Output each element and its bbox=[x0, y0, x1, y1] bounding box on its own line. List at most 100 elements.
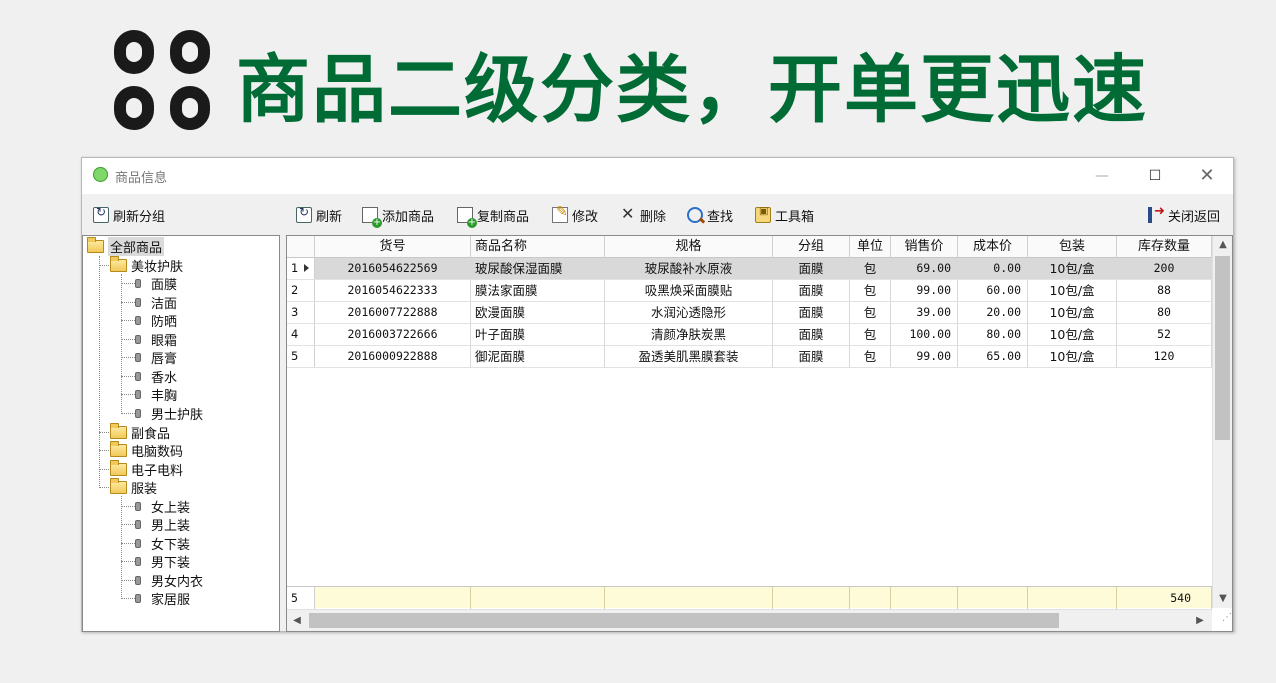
column-header-group[interactable]: 分组 bbox=[773, 236, 850, 258]
cell-cost[interactable]: 60.00 bbox=[958, 280, 1028, 301]
column-header-stock[interactable]: 库存数量 bbox=[1117, 236, 1212, 258]
add-product-button[interactable]: 添加商品 bbox=[362, 205, 434, 228]
tree-leaf[interactable]: 男女内衣 bbox=[135, 571, 203, 590]
scroll-thumb[interactable] bbox=[309, 613, 1059, 628]
table-row[interactable]: 3 2016007722888 欧漫面膜 水润沁透隐形 面膜包 39.00 20.00 10包… bbox=[287, 302, 1212, 324]
cell-spec[interactable]: 吸黑焕采面膜贴 bbox=[605, 280, 773, 301]
horizontal-scrollbar[interactable]: ◀ ▶ bbox=[287, 609, 1212, 631]
row-index[interactable]: 5 bbox=[287, 346, 315, 367]
cell-sku[interactable]: 2016054622333 bbox=[315, 280, 471, 301]
cell-unit[interactable]: 包 bbox=[850, 324, 891, 345]
edit-button[interactable]: 修改 bbox=[552, 204, 598, 225]
cell-price[interactable]: 69.00 bbox=[891, 258, 958, 279]
cell-cost[interactable]: 20.00 bbox=[958, 302, 1028, 323]
tree-group-clothing[interactable]: 服装 bbox=[110, 477, 157, 497]
cell-name[interactable]: 膜法家面膜 bbox=[471, 280, 605, 301]
column-header-unit[interactable]: 单位 bbox=[850, 236, 891, 258]
column-header-cost[interactable]: 成本价 bbox=[958, 236, 1028, 258]
table-row[interactable]: 2 2016054622333 膜法家面膜 吸黑焕采面膜贴 面膜包 99.00 60.00 1… bbox=[287, 280, 1212, 302]
cell-unit[interactable]: 包 bbox=[850, 302, 891, 323]
column-header-spec[interactable]: 规格 bbox=[605, 236, 773, 258]
cell-pack[interactable]: 10包/盒 bbox=[1028, 280, 1117, 301]
cell-price[interactable]: 100.00 bbox=[891, 324, 958, 345]
refresh-button[interactable]: 刷新 bbox=[296, 205, 342, 225]
cell-sku[interactable]: 2016007722888 bbox=[315, 302, 471, 323]
tree-leaf[interactable]: 香水 bbox=[135, 367, 177, 386]
cell-name[interactable]: 欧漫面膜 bbox=[471, 302, 605, 323]
cell-price[interactable]: 39.00 bbox=[891, 302, 958, 323]
cell-cost[interactable]: 65.00 bbox=[958, 346, 1028, 367]
tree-leaf[interactable]: 男士护肤 bbox=[135, 404, 203, 423]
row-index[interactable]: 2 bbox=[287, 280, 315, 301]
cell-pack[interactable]: 10包/盒 bbox=[1028, 258, 1117, 279]
column-header-price[interactable]: 销售价 bbox=[891, 236, 958, 258]
cell-price[interactable]: 99.00 bbox=[891, 280, 958, 301]
cell-unit[interactable]: 包 bbox=[850, 258, 891, 279]
cell-stock[interactable]: 80 bbox=[1117, 302, 1212, 323]
tree-group-cosmetics[interactable]: 美妆护肤 bbox=[110, 255, 183, 275]
minimize-button[interactable]: — bbox=[1082, 163, 1122, 189]
cell-group[interactable]: 面膜 bbox=[773, 302, 850, 323]
cell-group[interactable]: 面膜 bbox=[773, 280, 850, 301]
cell-pack[interactable]: 10包/盒 bbox=[1028, 302, 1117, 323]
cell-group[interactable]: 面膜 bbox=[773, 346, 850, 367]
cell-spec[interactable]: 盈透美肌黑膜套装 bbox=[605, 346, 773, 367]
cell-pack[interactable]: 10包/盒 bbox=[1028, 324, 1117, 345]
tree-leaf[interactable]: 家居服 bbox=[135, 589, 190, 608]
cell-group[interactable]: 面膜 bbox=[773, 258, 850, 279]
close-return-button[interactable]: 关闭返回 bbox=[1148, 204, 1220, 225]
cell-pack[interactable]: 10包/盒 bbox=[1028, 346, 1117, 367]
column-header-name[interactable]: 商品名称 bbox=[471, 236, 605, 258]
tree-root[interactable]: 全部商品 bbox=[87, 236, 165, 256]
cell-group[interactable]: 面膜 bbox=[773, 324, 850, 345]
scroll-right-icon[interactable]: ▶ bbox=[1190, 612, 1210, 630]
toolbox-button[interactable]: 工具箱 bbox=[755, 205, 814, 225]
tree-leaf[interactable]: 男上装 bbox=[135, 515, 190, 534]
cell-spec[interactable]: 玻尿酸补水原液 bbox=[605, 258, 773, 279]
cell-stock[interactable]: 120 bbox=[1117, 346, 1212, 367]
cell-price[interactable]: 99.00 bbox=[891, 346, 958, 367]
cell-cost[interactable]: 0.00 bbox=[958, 258, 1028, 279]
scroll-left-icon[interactable]: ◀ bbox=[287, 612, 307, 630]
cell-sku[interactable]: 2016000922888 bbox=[315, 346, 471, 367]
cell-name[interactable]: 御泥面膜 bbox=[471, 346, 605, 367]
scroll-down-icon[interactable]: ▼ bbox=[1213, 590, 1232, 608]
copy-product-button[interactable]: 复制商品 bbox=[457, 205, 529, 228]
tree-leaf[interactable]: 眼霜 bbox=[135, 330, 177, 349]
vertical-scrollbar[interactable]: ▲ ▼ bbox=[1212, 236, 1232, 608]
tree-leaf[interactable]: 女上装 bbox=[135, 497, 190, 516]
tree-group-digital[interactable]: 电脑数码 bbox=[110, 440, 183, 460]
cell-unit[interactable]: 包 bbox=[850, 280, 891, 301]
cell-stock[interactable]: 52 bbox=[1117, 324, 1212, 345]
table-row[interactable]: 4 2016003722666 叶子面膜 清颜净肤炭黑 面膜包 100.00 80.00 10… bbox=[287, 324, 1212, 346]
cell-unit[interactable]: 包 bbox=[850, 346, 891, 367]
tree-leaf[interactable]: 女下装 bbox=[135, 534, 190, 553]
resize-grip-icon[interactable]: ⋰ bbox=[1214, 612, 1232, 630]
table-row[interactable]: 1 2016054622569 玻尿酸保湿面膜 玻尿酸补水原液 面膜包 69.00 0.00… bbox=[287, 258, 1212, 280]
maximize-button[interactable]: ☐ bbox=[1135, 163, 1175, 189]
row-index[interactable]: 3 bbox=[287, 302, 315, 323]
close-button[interactable]: ✕ bbox=[1187, 163, 1227, 189]
tree-group-electrical[interactable]: 电子电料 bbox=[110, 459, 183, 479]
cell-sku[interactable]: 2016054622569 bbox=[315, 258, 471, 279]
tree-leaf[interactable]: 唇膏 bbox=[135, 348, 177, 367]
cell-name[interactable]: 玻尿酸保湿面膜 bbox=[471, 258, 605, 279]
scroll-up-icon[interactable]: ▲ bbox=[1213, 236, 1232, 254]
tree-leaf[interactable]: 洁面 bbox=[135, 293, 177, 312]
column-header-sku[interactable]: 货号 bbox=[315, 236, 471, 258]
tree-leaf[interactable]: 丰胸 bbox=[135, 385, 177, 404]
row-index[interactable]: 1 bbox=[287, 258, 315, 279]
tree-leaf[interactable]: 防晒 bbox=[135, 311, 177, 330]
cell-cost[interactable]: 80.00 bbox=[958, 324, 1028, 345]
find-button[interactable]: 查找 bbox=[687, 205, 733, 225]
cell-stock[interactable]: 88 bbox=[1117, 280, 1212, 301]
row-index[interactable]: 4 bbox=[287, 324, 315, 345]
cell-spec[interactable]: 清颜净肤炭黑 bbox=[605, 324, 773, 345]
scroll-thumb[interactable] bbox=[1215, 256, 1230, 440]
table-row[interactable]: 5 2016000922888 御泥面膜 盈透美肌黑膜套装 面膜包 99.00 65.00 1… bbox=[287, 346, 1212, 368]
delete-button[interactable]: 删除 bbox=[620, 204, 666, 225]
cell-name[interactable]: 叶子面膜 bbox=[471, 324, 605, 345]
tree-leaf[interactable]: 面膜 bbox=[135, 274, 177, 293]
refresh-category-button[interactable]: 刷新分组 bbox=[93, 205, 165, 225]
tree-group-food[interactable]: 副食品 bbox=[110, 422, 170, 442]
